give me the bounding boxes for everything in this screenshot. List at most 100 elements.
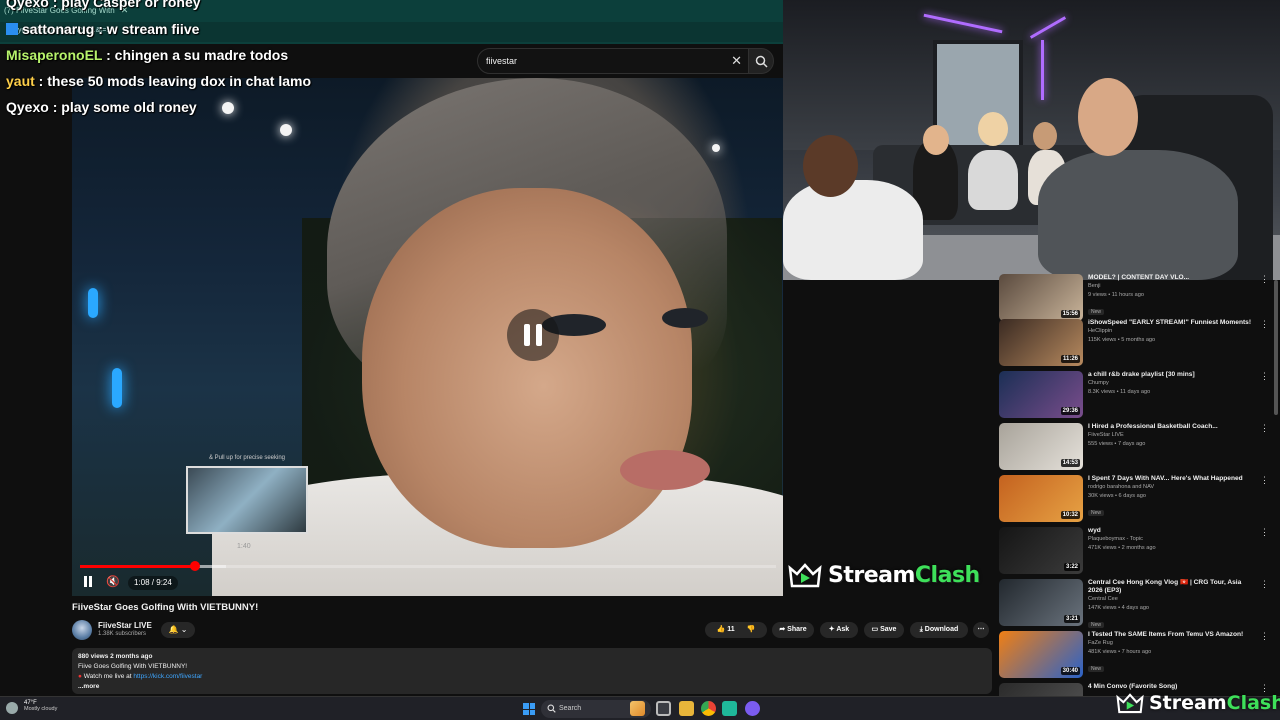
channel-name[interactable]: rodrigo barahona and NAV [1088, 483, 1256, 492]
channel-name[interactable]: FiiveStar LIVE [98, 621, 152, 630]
video-title[interactable]: MODEL? | CONTENT DAY VLO... [1088, 274, 1256, 282]
video-thumbnail[interactable]: 15:56 [999, 274, 1083, 321]
more-actions-button[interactable]: ⋯ [973, 622, 989, 638]
video-title: FiiveStar Goes Golfing With VIETBUNNY! [72, 602, 259, 613]
scrubber-handle[interactable] [189, 561, 200, 571]
more-options-icon[interactable]: ⋮ [1260, 475, 1269, 486]
duration-badge: 30:40 [1060, 667, 1080, 675]
file-explorer-icon[interactable] [679, 701, 694, 716]
duration-badge: 3:21 [1063, 615, 1080, 623]
like-button[interactable]: 👍 11 [717, 626, 735, 633]
more-options-icon[interactable]: ⋮ [1260, 631, 1269, 642]
video-title[interactable]: 4 Min Convo (Favorite Song) [1088, 683, 1256, 691]
pencil-icon[interactable] [630, 701, 645, 716]
more-options-icon[interactable]: ⋮ [1260, 319, 1269, 330]
recommended-video[interactable]: 14:53 I Hired a Professional Basketball C… [999, 423, 1269, 473]
video-title[interactable]: iShowSpeed "EARLY STREAM!" Funniest Mome… [1088, 319, 1256, 327]
pause-icon [536, 324, 542, 346]
channel-name[interactable]: FaZe Rug [1088, 639, 1256, 648]
recommended-video[interactable]: 15:56 MODEL? | CONTENT DAY VLO... Benji 9 v… [999, 274, 1269, 324]
video-thumbnail[interactable]: 29:36 [999, 371, 1083, 418]
windows-logo-icon [523, 703, 529, 709]
clear-search-icon[interactable]: ✕ [731, 53, 742, 69]
recommended-video[interactable]: 30:40 I Tested The SAME Items From Temu V… [999, 631, 1269, 681]
dislike-button[interactable]: 👎 [747, 626, 756, 633]
video-title[interactable]: a chill r&b drake playlist [30 mins] [1088, 371, 1256, 379]
video-thumbnail[interactable]: 14:53 [999, 423, 1083, 470]
kick-link[interactable]: https://kick.com/fiivestar [133, 673, 202, 680]
chat-message: MisaperonoEL : chingen a su madre todos [6, 47, 289, 63]
channel-name[interactable]: Central Cee [1088, 595, 1256, 604]
center-pause-button[interactable] [507, 309, 559, 361]
app-icon[interactable] [722, 701, 737, 716]
video-thumbnail[interactable] [999, 683, 1083, 696]
download-button[interactable]: ⤓ Download [910, 622, 968, 638]
video-info: iShowSpeed "EARLY STREAM!" Funniest Mome… [1088, 319, 1256, 345]
video-info: I Spent 7 Days With NAV... Here's What H… [1088, 475, 1256, 519]
cloud-icon [6, 702, 18, 714]
video-title[interactable]: wyd [1088, 527, 1256, 535]
channel-name[interactable]: Chumpy [1088, 379, 1256, 388]
more-icon: ⋯ [977, 626, 985, 633]
recommended-video[interactable]: 11:26 iShowSpeed "EARLY STREAM!" Funniest… [999, 319, 1269, 369]
video-thumbnail[interactable]: 3:21 [999, 579, 1083, 626]
notification-bell-button[interactable]: 🔔 ⌄ [161, 622, 195, 638]
video-player[interactable]: & Pull up for precise seeking 1:40 🔇 1:0… [72, 78, 783, 596]
chat-username: sattonarug [22, 21, 95, 37]
chrome-icon[interactable] [701, 701, 716, 716]
more-options-icon[interactable]: ⋮ [1260, 423, 1269, 434]
video-info: Central Cee Hong Kong Vlog 🇭🇰 | CRG Tour… [1088, 579, 1256, 631]
chat-username: yaut [6, 73, 35, 89]
video-title[interactable]: I Spent 7 Days With NAV... Here's What H… [1088, 475, 1256, 483]
discord-icon[interactable] [745, 701, 760, 716]
new-badge: New [1088, 622, 1105, 628]
video-thumbnail[interactable]: 10:32 [999, 475, 1083, 522]
channel-name[interactable]: FiiveStar LIVE [1088, 431, 1256, 440]
channel-name[interactable]: HeClippin [1088, 327, 1256, 336]
more-options-icon[interactable]: ⋮ [1260, 371, 1269, 382]
chat-username: Qyexo [6, 99, 49, 115]
more-options-icon[interactable]: ⋮ [1260, 527, 1269, 538]
recommended-video[interactable]: 3:21 Central Cee Hong Kong Vlog 🇭🇰 | CRG … [999, 579, 1269, 629]
progress-bar[interactable] [80, 561, 776, 571]
channel-name[interactable]: Plaqueboymax - Topic [1088, 535, 1256, 544]
like-count: 11 [727, 626, 735, 633]
video-title[interactable]: I Hired a Professional Basketball Coach.… [1088, 423, 1256, 431]
video-info: 4 Min Convo (Favorite Song) [1088, 683, 1256, 691]
duration-badge: 14:53 [1060, 459, 1080, 467]
recommended-video[interactable]: 10:32 I Spent 7 Days With NAV... Here's W… [999, 475, 1269, 525]
search-input[interactable]: fiivestar ✕ [477, 48, 749, 74]
stadium-light [712, 144, 720, 152]
description-box[interactable]: 880 views 2 months ago Fiive Goes Golfin… [72, 648, 992, 694]
channel-name[interactable]: Benji [1088, 282, 1256, 291]
pause-button[interactable] [82, 576, 94, 588]
video-thumbnail[interactable]: 30:40 [999, 631, 1083, 678]
share-button[interactable]: ➦ Share [772, 622, 814, 638]
save-button[interactable]: ▭ Save [864, 622, 904, 638]
video-meta: 115K views • 5 months ago [1088, 337, 1156, 343]
search-button[interactable] [748, 48, 774, 74]
sidebar-scrollbar[interactable] [1274, 280, 1278, 415]
windows-taskbar: 47°F Mostly cloudy Search [0, 696, 1280, 720]
blue-light [88, 288, 98, 318]
task-view-icon[interactable] [656, 701, 671, 716]
weather-widget[interactable]: 47°F Mostly cloudy [6, 700, 57, 714]
windows-start-button[interactable] [523, 703, 535, 715]
pause-icon [84, 576, 87, 587]
more-options-icon[interactable]: ⋮ [1260, 579, 1269, 590]
recommended-video[interactable]: 3:22 wyd Plaqueboymax - Topic 471K views • … [999, 527, 1269, 577]
show-more-button[interactable]: ...more [78, 683, 99, 690]
video-title[interactable]: I Tested The SAME Items From Temu VS Ama… [1088, 631, 1256, 639]
mute-icon[interactable]: 🔇 [106, 575, 120, 588]
video-thumbnail[interactable]: 11:26 [999, 319, 1083, 366]
more-options-icon[interactable]: ⋮ [1260, 274, 1269, 285]
video-thumbnail[interactable]: 3:22 [999, 527, 1083, 574]
time-display: 1:08 / 9:24 [128, 576, 178, 590]
channel-avatar[interactable] [72, 620, 92, 640]
recommended-video[interactable]: 29:36 a chill r&b drake playlist [30 mins… [999, 371, 1269, 421]
bell-icon: 🔔 [168, 625, 179, 634]
ask-button[interactable]: ✦ Ask [820, 622, 858, 638]
video-info: wyd Plaqueboymax - Topic 471K views • 2 mo… [1088, 527, 1256, 553]
chat-username: Qyexo [6, 0, 49, 10]
video-title[interactable]: Central Cee Hong Kong Vlog 🇭🇰 | CRG Tour… [1088, 579, 1256, 595]
